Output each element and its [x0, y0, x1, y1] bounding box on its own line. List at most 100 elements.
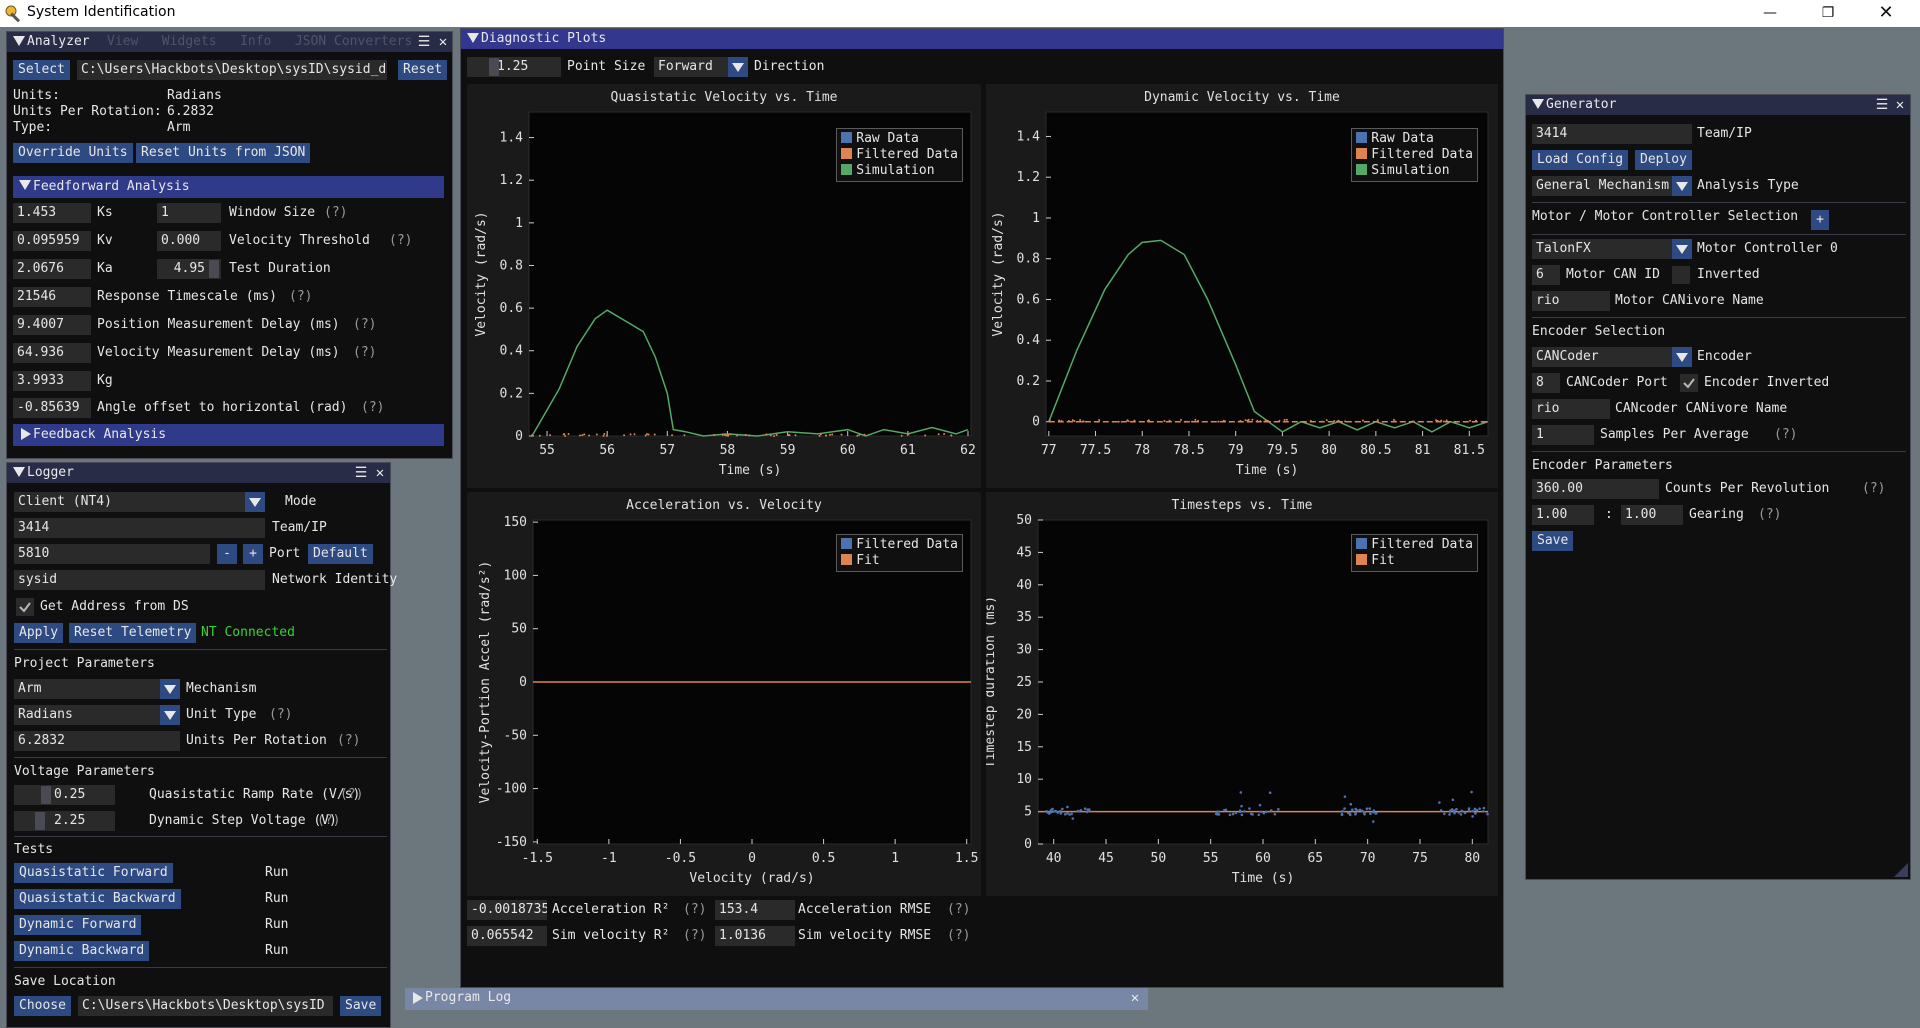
- load-config-button[interactable]: Load Config: [1532, 150, 1629, 170]
- sim-r2-field[interactable]: 0.065542: [467, 926, 547, 946]
- close-icon[interactable]: ✕: [1892, 96, 1908, 114]
- close-window-button[interactable]: ✕: [1857, 0, 1915, 27]
- legend-item[interactable]: Filtered Data: [1356, 537, 1473, 553]
- help-icon[interactable]: (?): [1758, 505, 1781, 525]
- acceleration-velocity-plot[interactable]: Acceleration vs. Velocity -1.5 -1 -0.5 0 0.5…: [467, 492, 981, 896]
- velocity-delay-field[interactable]: 64.936: [13, 343, 91, 363]
- reset-telemetry-button[interactable]: Reset Telemetry: [69, 623, 197, 643]
- window-size-field[interactable]: 1: [157, 203, 221, 223]
- port-decrement-button[interactable]: -: [217, 544, 237, 564]
- help-icon[interactable]: (?): [337, 731, 360, 751]
- position-delay-field[interactable]: 9.4007: [13, 315, 91, 335]
- help-icon[interactable]: (?): [947, 926, 970, 946]
- legend-item[interactable]: Filtered Data: [841, 147, 958, 163]
- help-icon[interactable]: (?): [269, 705, 292, 725]
- minimize-button[interactable]: —: [1741, 0, 1799, 27]
- reset-button[interactable]: Reset: [398, 60, 448, 80]
- slider-grab[interactable]: [41, 786, 51, 804]
- collapse-icon[interactable]: [13, 467, 25, 477]
- expand-icon[interactable]: [413, 992, 423, 1004]
- slider-grab[interactable]: [489, 58, 499, 76]
- plot-legend[interactable]: Raw Data Filtered Data Simulation: [836, 128, 963, 182]
- dynamic-backward-button[interactable]: Dynamic Backward: [14, 941, 150, 961]
- counts-per-revolution-field[interactable]: 360.00: [1532, 479, 1659, 499]
- collapse-icon[interactable]: [467, 33, 479, 43]
- help-icon[interactable]: (?): [353, 315, 376, 335]
- legend-item[interactable]: Simulation: [841, 163, 958, 179]
- legend-item[interactable]: Raw Data: [1356, 131, 1473, 147]
- override-units-button[interactable]: Override Units: [13, 143, 133, 163]
- select-button[interactable]: Select: [13, 60, 70, 80]
- legend-item[interactable]: Filtered Data: [841, 537, 958, 553]
- close-icon[interactable]: ✕: [435, 33, 451, 51]
- generator-titlebar[interactable]: Generator ☰ ✕: [1526, 95, 1910, 115]
- motor-canivore-field[interactable]: rio: [1532, 291, 1610, 311]
- menu-info[interactable]: Info: [240, 34, 271, 49]
- default-port-button[interactable]: Default: [308, 544, 373, 564]
- reset-units-json-button[interactable]: Reset Units from JSON: [136, 143, 311, 163]
- quasistatic-backward-button[interactable]: Quasistatic Backward: [14, 889, 181, 909]
- legend-item[interactable]: Simulation: [1356, 163, 1473, 179]
- deploy-button[interactable]: Deploy: [1635, 150, 1692, 170]
- help-icon[interactable]: (?): [353, 343, 376, 363]
- diagnostic-titlebar[interactable]: Diagnostic Plots: [461, 29, 1503, 49]
- program-log-titlebar[interactable]: Program Log ✕: [405, 988, 1148, 1010]
- mechanism-dropdown[interactable]: Arm: [14, 679, 180, 699]
- help-icon[interactable]: (?): [317, 811, 340, 831]
- analysis-type-dropdown[interactable]: General Mechanism: [1532, 176, 1692, 196]
- quasistatic-velocity-plot[interactable]: Quasistatic Velocity vs. Time 55 56 57 58 59…: [467, 84, 981, 488]
- response-timescale-field[interactable]: 21546: [13, 287, 91, 307]
- dynamic-forward-button[interactable]: Dynamic Forward: [14, 915, 142, 935]
- logger-titlebar[interactable]: Logger ☰ ✕: [7, 463, 390, 483]
- feedback-header[interactable]: Feedback Analysis: [13, 424, 444, 446]
- analyzer-titlebar[interactable]: Analyzer View Widgets Info JSON Converte…: [7, 32, 452, 52]
- port-increment-button[interactable]: +: [243, 544, 263, 564]
- help-icon[interactable]: (?): [289, 287, 312, 307]
- resize-grip-icon[interactable]: [1894, 863, 1908, 877]
- menu-icon[interactable]: ☰: [353, 464, 369, 482]
- motor-controller-dropdown[interactable]: TalonFX: [1532, 239, 1692, 259]
- kv-field[interactable]: 0.095959: [13, 231, 91, 251]
- legend-item[interactable]: Fit: [1356, 553, 1473, 569]
- json-path-field[interactable]: C:\Users\Hackbots\Desktop\sysID\sysid_da: [77, 60, 387, 80]
- legend-item[interactable]: Filtered Data: [1356, 147, 1473, 163]
- slider-grab[interactable]: [209, 260, 219, 278]
- ramp-rate-slider[interactable]: 0.25: [14, 785, 115, 805]
- ks-field[interactable]: 1.453: [13, 203, 91, 223]
- cancoder-port-field[interactable]: 8: [1532, 373, 1560, 393]
- slider-grab[interactable]: [35, 812, 45, 830]
- unit-type-dropdown[interactable]: Radians: [14, 705, 180, 725]
- angle-offset-field[interactable]: -0.85639: [13, 398, 91, 418]
- help-icon[interactable]: (?): [1862, 479, 1885, 499]
- feedforward-header[interactable]: Feedforward Analysis: [13, 176, 444, 198]
- help-icon[interactable]: (?): [683, 900, 706, 920]
- menu-icon[interactable]: ☰: [1874, 96, 1890, 114]
- save-button[interactable]: Save: [340, 996, 382, 1016]
- team-ip-field[interactable]: 3414: [14, 518, 265, 538]
- menu-widgets[interactable]: Widgets: [162, 34, 217, 49]
- add-motor-button[interactable]: +: [1811, 210, 1829, 230]
- get-address-checkbox[interactable]: [16, 598, 34, 616]
- legend-item[interactable]: Raw Data: [841, 131, 958, 147]
- menu-view[interactable]: View: [107, 34, 138, 49]
- encoder-inverted-checkbox[interactable]: [1680, 374, 1698, 392]
- port-field[interactable]: 5810: [14, 544, 210, 564]
- close-icon[interactable]: ✕: [1127, 989, 1143, 1007]
- collapse-icon[interactable]: [13, 36, 25, 46]
- help-icon[interactable]: (?): [389, 231, 412, 251]
- help-icon[interactable]: (?): [324, 203, 347, 223]
- sim-rmse-field[interactable]: 1.0136: [715, 926, 795, 946]
- menu-json[interactable]: JSON Converters: [295, 34, 412, 49]
- quasistatic-forward-button[interactable]: Quasistatic Forward: [14, 863, 173, 883]
- restore-button[interactable]: ❐: [1799, 0, 1857, 27]
- help-icon[interactable]: (?): [683, 926, 706, 946]
- network-identity-field[interactable]: sysid: [14, 570, 265, 590]
- legend-item[interactable]: Fit: [841, 553, 958, 569]
- motor-can-id-field[interactable]: 6: [1532, 265, 1560, 285]
- point-size-slider[interactable]: 1.25: [467, 57, 561, 77]
- encoder-dropdown[interactable]: CANCoder: [1532, 347, 1692, 367]
- help-icon[interactable]: (?): [1774, 425, 1797, 445]
- save-path-field[interactable]: C:\Users\Hackbots\Desktop\sysID: [78, 996, 333, 1016]
- cancoder-canivore-field[interactable]: rio: [1532, 399, 1610, 419]
- samples-per-average-field[interactable]: 1: [1532, 425, 1594, 445]
